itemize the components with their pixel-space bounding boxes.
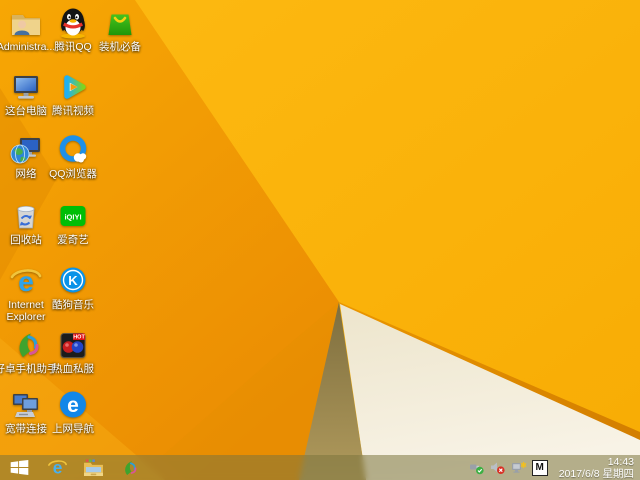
recycle-bin-icon: [9, 199, 43, 233]
start-button[interactable]: [4, 455, 34, 480]
desktop-icon-essential-apps[interactable]: 装机必备: [88, 6, 152, 53]
desktop-icon-label: 装机必备: [99, 41, 141, 53]
nav-letter: e: [67, 394, 79, 417]
network-status-icon[interactable]: [511, 460, 527, 476]
volume-muted-icon[interactable]: [490, 460, 506, 476]
windows-logo-icon: [10, 460, 29, 475]
internet-explorer-icon: e: [9, 264, 43, 298]
file-explorer-icon: [83, 458, 104, 477]
internet-explorer-icon: e: [47, 457, 68, 478]
desktop: Administra... 腾讯QQ 装机必备 这台电脑 腾讯视频 网络 QQ浏…: [0, 0, 640, 480]
play-triangle-icon: [56, 70, 90, 104]
computer-icon: [9, 70, 43, 104]
nav-browser-icon: e: [56, 388, 90, 422]
hot-badge-text: HOT: [73, 335, 85, 341]
taskbar-internet-explorer-button[interactable]: e: [42, 455, 72, 480]
user-folder-icon: [9, 6, 43, 40]
broadband-computers-icon: [9, 388, 43, 422]
desktop-icon-label: 腾讯QQ: [54, 41, 92, 53]
game-orbs-icon: HOT: [56, 328, 90, 362]
desktop-icon-kugou-music[interactable]: K 酷狗音乐: [41, 264, 105, 311]
desktop-icon-label: 上网导航: [52, 423, 94, 435]
desktop-icon-label: 网络: [15, 168, 37, 180]
clock-time: 14:43: [607, 455, 634, 468]
system-tray: M 14:43 2017/6/8 星期四: [469, 456, 640, 480]
taskbar-haozhuo-assistant-button[interactable]: [114, 455, 144, 480]
desktop-icon-iqiyi[interactable]: iQIYI 爱奇艺: [41, 199, 105, 246]
taskbar-file-explorer-button[interactable]: [78, 455, 108, 480]
swirl-icon: [9, 328, 43, 362]
desktop-icon-label: QQ浏览器: [49, 168, 97, 180]
desktop-icon-qq-browser[interactable]: QQ浏览器: [41, 133, 105, 180]
usb-safely-remove-icon[interactable]: [469, 460, 485, 476]
qq-penguin-icon: [56, 6, 90, 40]
swirl-icon: [119, 458, 139, 478]
taskbar: e M 14:43 2017/6/8 星期四: [0, 455, 640, 480]
taskbar-clock[interactable]: 14:43 2017/6/8 星期四: [559, 456, 634, 480]
desktop-icon-label: 回收站: [10, 234, 42, 246]
iqiyi-logo-text: iQIYI: [64, 213, 81, 222]
desktop-icon-label: 爱奇艺: [57, 234, 89, 246]
clock-date: 2017/6/8 星期四: [558, 467, 634, 480]
input-method-indicator[interactable]: M: [531, 459, 548, 476]
desktop-icon-label: 腾讯视频: [52, 105, 94, 117]
desktop-icon-tencent-video[interactable]: 腾讯视频: [41, 70, 105, 117]
shopping-bag-icon: [103, 6, 137, 40]
kugou-letter: K: [68, 273, 78, 288]
desktop-icon-label: 酷狗音乐: [52, 299, 94, 311]
qq-browser-icon: [56, 133, 90, 167]
network-globe-icon: [9, 133, 43, 167]
desktop-icon-rexue-sifu[interactable]: HOT 热血私服: [41, 328, 105, 375]
iqiyi-icon: iQIYI: [56, 199, 90, 233]
desktop-icon-web-navigation[interactable]: e 上网导航: [41, 388, 105, 435]
kugou-icon: K: [56, 264, 90, 298]
desktop-icon-label: 热血私服: [52, 363, 94, 375]
